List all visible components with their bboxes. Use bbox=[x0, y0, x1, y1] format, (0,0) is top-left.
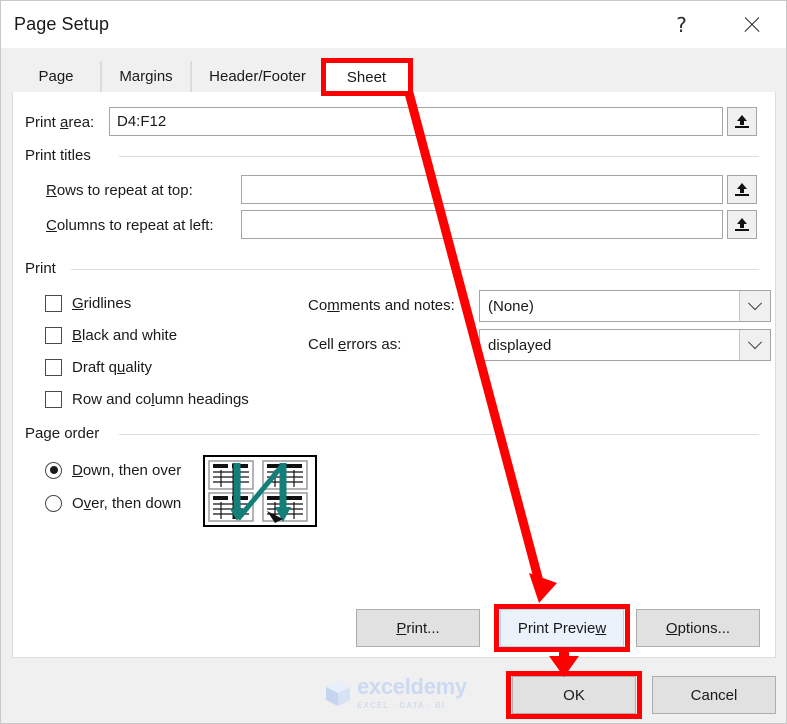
exceldemy-watermark: exceldemy EXCEL · DATA · BI bbox=[323, 673, 475, 713]
comments-and-notes-value: (None) bbox=[488, 297, 534, 315]
print-titles-rule bbox=[119, 156, 759, 157]
print-preview-button[interactable]: Print Preview bbox=[500, 609, 624, 647]
checkbox-label: Row and column headings bbox=[72, 390, 249, 408]
watermark-tagline: EXCEL · DATA · BI bbox=[357, 701, 446, 710]
comments-and-notes-label: Comments and notes: bbox=[308, 297, 455, 314]
tab-page[interactable]: Page bbox=[12, 61, 101, 92]
radio-down-then-over[interactable]: Down, then over bbox=[45, 459, 181, 481]
tab-sheet[interactable]: Sheet bbox=[325, 61, 408, 93]
checkbox-box[interactable] bbox=[45, 294, 62, 312]
checkbox-label: Black and white bbox=[72, 326, 178, 344]
checkbox-label: Draft quality bbox=[72, 358, 153, 376]
ok-button[interactable]: OK bbox=[512, 676, 636, 714]
radio-button[interactable] bbox=[45, 461, 62, 479]
page-order-group-label: Page order bbox=[25, 425, 108, 442]
cell-errors-value: displayed bbox=[488, 336, 552, 354]
checkbox-row-column-headings[interactable]: Row and column headings bbox=[45, 388, 249, 410]
page-order-preview bbox=[203, 455, 317, 527]
checkbox-draft-quality[interactable]: Draft quality bbox=[45, 356, 152, 378]
chevron-down-icon[interactable] bbox=[739, 291, 770, 321]
collapse-dialog-icon bbox=[734, 217, 750, 233]
chevron-down-icon[interactable] bbox=[739, 330, 770, 360]
dialog-titlebar: Page Setup ? bbox=[1, 1, 786, 49]
help-button[interactable]: ? bbox=[658, 1, 705, 48]
checkbox-box[interactable] bbox=[45, 358, 62, 376]
watermark-name: exceldemy bbox=[357, 674, 467, 699]
print-area-collapse-button[interactable] bbox=[727, 107, 757, 136]
options-button[interactable]: Options... bbox=[636, 609, 760, 647]
print-area-input[interactable]: D4:F12 bbox=[109, 107, 723, 136]
print-group-rule bbox=[71, 269, 759, 270]
print-titles-group-label: Print titles bbox=[25, 147, 99, 164]
print-button[interactable]: Print... bbox=[356, 609, 480, 647]
rows-to-repeat-input[interactable] bbox=[241, 175, 723, 204]
tab-margins[interactable]: Margins bbox=[101, 61, 191, 92]
cell-errors-label: Cell errors as: bbox=[308, 336, 402, 353]
checkbox-box[interactable] bbox=[45, 390, 62, 408]
question-mark-icon: ? bbox=[676, 12, 687, 37]
checkbox-gridlines[interactable]: Gridlines bbox=[45, 292, 131, 314]
print-area-label: Print area: bbox=[25, 114, 95, 131]
print-preview-button-label: Print Preview bbox=[517, 619, 607, 637]
cancel-button[interactable]: Cancel bbox=[652, 676, 776, 714]
options-button-label: Options... bbox=[665, 619, 731, 637]
rows-to-repeat-label: Rows to repeat at top: bbox=[46, 182, 193, 199]
columns-to-repeat-input[interactable] bbox=[241, 210, 723, 239]
exceldemy-logo-icon bbox=[326, 681, 350, 706]
checkbox-label: Gridlines bbox=[72, 294, 132, 312]
sheet-tab-panel: Print area: D4:F12 Print titles Rows to … bbox=[12, 92, 776, 658]
print-group-label: Print bbox=[25, 260, 64, 277]
collapse-dialog-icon bbox=[734, 182, 750, 198]
radio-button[interactable] bbox=[45, 494, 62, 512]
tab-header-footer[interactable]: Header/Footer bbox=[191, 61, 324, 92]
tab-strip: Page Margins Header/Footer Sheet bbox=[1, 48, 786, 93]
page-order-rule bbox=[119, 434, 759, 435]
page-setup-dialog: Page Setup ? Page Margins Header/Footer … bbox=[0, 0, 787, 724]
dialog-title: Page Setup bbox=[14, 14, 110, 34]
close-button[interactable] bbox=[728, 1, 775, 48]
checkbox-black-and-white[interactable]: Black and white bbox=[45, 324, 177, 346]
comments-and-notes-select[interactable]: (None) bbox=[479, 290, 771, 322]
radio-label: Over, then down bbox=[72, 494, 182, 512]
checkbox-box[interactable] bbox=[45, 326, 62, 344]
close-icon bbox=[742, 15, 762, 35]
columns-to-repeat-label: Columns to repeat at left: bbox=[46, 217, 214, 234]
radio-label: Down, then over bbox=[72, 461, 182, 479]
cell-errors-select[interactable]: displayed bbox=[479, 329, 771, 361]
print-button-label: Print... bbox=[396, 619, 440, 637]
radio-over-then-down[interactable]: Over, then down bbox=[45, 492, 181, 514]
columns-to-repeat-collapse-button[interactable] bbox=[727, 210, 757, 239]
rows-to-repeat-collapse-button[interactable] bbox=[727, 175, 757, 204]
collapse-dialog-icon bbox=[734, 114, 750, 130]
